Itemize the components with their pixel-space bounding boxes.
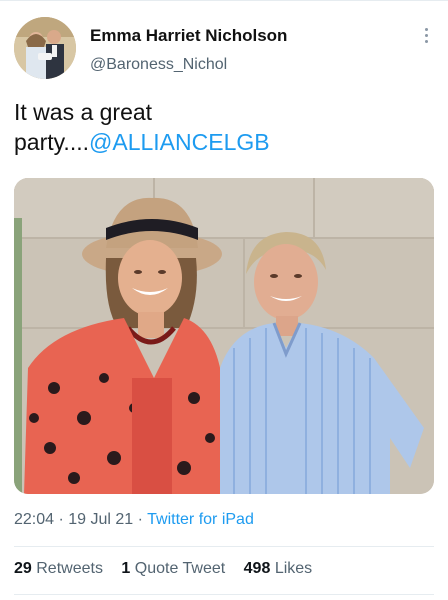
- tweet-text: It was a great party....@ALLIANCELGB: [14, 97, 434, 157]
- tweet-date[interactable]: 19 Jul 21: [68, 511, 133, 528]
- more-options-icon[interactable]: [418, 26, 434, 48]
- tweet-meta: 22:04 · 19 Jul 21 · Twitter for iPad: [14, 511, 254, 529]
- top-divider: [0, 0, 448, 1]
- likes-count: 498: [243, 560, 271, 577]
- tweet-stats: 29 Retweets 1 Quote Tweet 498 Likes: [14, 560, 326, 578]
- likes-stat[interactable]: 498 Likes: [244, 560, 313, 577]
- avatar-photo: [14, 17, 76, 79]
- tweet-text-party: party....: [14, 129, 89, 155]
- party-photo-illustration: [14, 178, 434, 494]
- meta-separator: ·: [54, 511, 69, 528]
- tweet-time[interactable]: 22:04: [14, 511, 54, 528]
- retweets-label: Retweets: [36, 560, 103, 577]
- stats-divider-bottom: [14, 594, 434, 595]
- quote-tweets-stat[interactable]: 1 Quote Tweet: [121, 560, 225, 577]
- author-avatar[interactable]: [14, 17, 76, 79]
- author-handle[interactable]: @Baroness_Nichol: [90, 56, 227, 74]
- retweets-stat[interactable]: 29 Retweets: [14, 560, 103, 577]
- retweets-count: 29: [14, 560, 32, 577]
- stats-divider-top: [14, 546, 434, 547]
- tweet-source-link[interactable]: Twitter for iPad: [147, 511, 254, 528]
- tweet-photo[interactable]: [14, 178, 434, 494]
- quotes-label: Quote Tweet: [134, 560, 226, 577]
- meta-separator: ·: [133, 511, 148, 528]
- quotes-count: 1: [121, 560, 131, 577]
- tweet-text-line2: party....@ALLIANCELGB: [14, 127, 434, 157]
- tweet-text-line1: It was a great: [14, 99, 153, 125]
- mention-link[interactable]: @ALLIANCELGB: [89, 129, 270, 155]
- author-name[interactable]: Emma Harriet Nicholson: [90, 26, 287, 46]
- likes-label: Likes: [274, 560, 313, 577]
